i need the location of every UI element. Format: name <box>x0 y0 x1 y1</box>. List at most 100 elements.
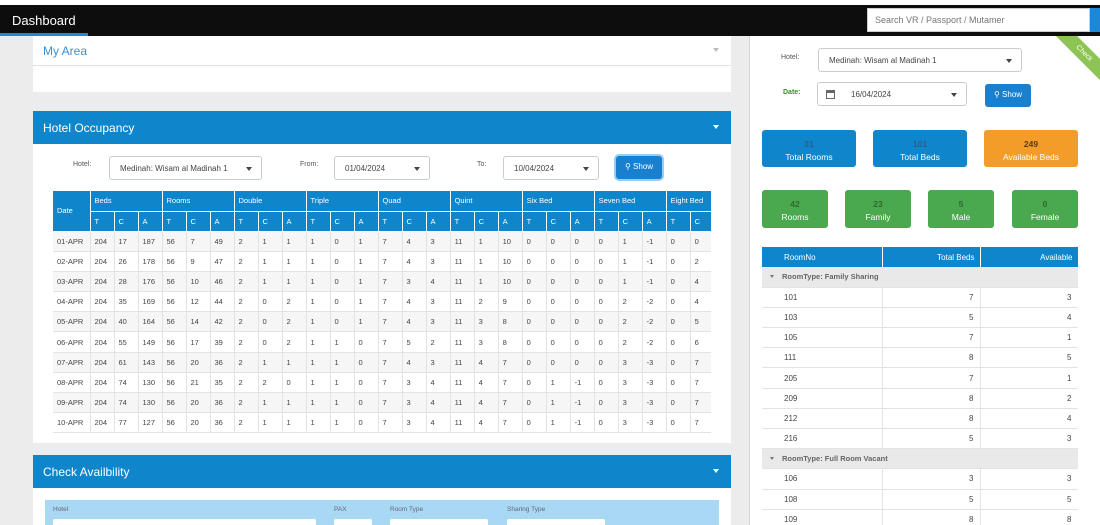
occupancy-cell: 1 <box>258 352 283 373</box>
room-row[interactable]: 111 8 5 <box>762 347 1078 369</box>
occupancy-cell: 0 <box>690 231 711 252</box>
room-row[interactable]: 103 5 4 <box>762 307 1078 329</box>
form-pax-input[interactable] <box>334 519 372 525</box>
occupancy-cell: 44 <box>210 291 235 313</box>
occupancy-cell: 0 <box>594 271 619 293</box>
occupancy-cell: 7 <box>378 331 403 353</box>
collapse-icon[interactable] <box>770 457 774 461</box>
occupancy-cell: 02-APR <box>53 251 91 272</box>
room-no-cell: 205 <box>762 367 883 389</box>
dashboard-title[interactable]: Dashboard <box>0 5 88 36</box>
occupancy-cell: 4 <box>426 412 451 434</box>
right-hotel-select[interactable]: Medinah: Wisam al Madinah 1 <box>818 48 1022 72</box>
occupancy-cell: 1 <box>354 231 379 252</box>
occupancy-group-header: Double <box>234 191 307 212</box>
occupancy-cell: 4 <box>690 271 711 293</box>
search-input[interactable] <box>867 8 1090 32</box>
occupancy-cell: 0 <box>546 352 571 373</box>
occupancy-cell: 56 <box>162 352 187 373</box>
form-hotel-input[interactable] <box>53 519 316 525</box>
occupancy-cell: 1 <box>354 291 379 313</box>
occupancy-cell: 4 <box>474 412 499 434</box>
occupancy-table-wrapper[interactable]: Date Beds Rooms Double Triple Quad Quint Six Be… <box>53 191 711 435</box>
occupancy-cell: 1 <box>474 271 499 293</box>
right-date-select[interactable]: 16/04/2024 <box>817 82 967 106</box>
occupancy-cell: 204 <box>90 412 115 434</box>
occupancy-cell: 1 <box>306 392 331 414</box>
room-row[interactable]: 205 7 1 <box>762 367 1078 389</box>
room-row[interactable]: 216 5 3 <box>762 428 1078 450</box>
collapse-icon[interactable] <box>770 275 774 279</box>
chevron-down-icon[interactable] <box>713 48 719 52</box>
room-row[interactable]: 109 8 8 <box>762 509 1078 525</box>
occupancy-cell: 3 <box>426 311 451 333</box>
occupancy-cell: 3 <box>426 251 451 272</box>
stat-box-total-beds[interactable]: 101 Total Beds <box>873 130 967 167</box>
occupancy-row: 05-APR 204 40 164 56 14 42 2 0 2 1 0 1 7 4 3 11 3 8 0 0 0 0 2 -2… <box>53 311 711 333</box>
stat-box-male[interactable]: 5 Male <box>928 190 994 228</box>
occupancy-sub-header: T <box>162 211 187 232</box>
check-availability-header[interactable]: Check Availbility <box>33 455 731 488</box>
occupancy-cell: -2 <box>642 331 667 353</box>
form-sharing-type-select[interactable] <box>507 519 605 525</box>
occupancy-cell: 204 <box>90 331 115 353</box>
occupancy-cell: 55 <box>114 331 139 353</box>
occupancy-group-header: Seven Bed <box>594 191 667 212</box>
occupancy-sub-header: T <box>450 211 475 232</box>
total-beds-header[interactable]: Total Beds <box>882 247 981 267</box>
occupancy-cell: 1 <box>306 251 331 272</box>
from-date-select[interactable]: 01/04/2024 <box>334 156 430 180</box>
form-sharing-type-label: Sharing Type <box>507 506 546 513</box>
occupancy-cell: 127 <box>138 412 163 434</box>
room-row[interactable]: 105 7 1 <box>762 327 1078 349</box>
occupancy-cell: 0 <box>522 231 547 252</box>
availability-form: Hotel PAX Room Type Sharing Type <box>45 500 719 525</box>
occupancy-cell: 3 <box>474 311 499 333</box>
occupancy-show-button[interactable]: ⚲ Show <box>616 156 662 179</box>
chevron-down-icon[interactable] <box>713 469 719 473</box>
occupancy-cell: 7 <box>378 412 403 434</box>
stat-box-rooms[interactable]: 42 Rooms <box>762 190 828 228</box>
occupancy-cell: 3 <box>402 271 427 293</box>
occupancy-cell: -1 <box>642 251 667 272</box>
stat-box-family[interactable]: 23 Family <box>845 190 911 228</box>
to-date-select[interactable]: 10/04/2024 <box>503 156 599 180</box>
occupancy-cell: 0 <box>522 331 547 353</box>
search-button[interactable] <box>1090 8 1100 32</box>
occupancy-sub-header: C <box>618 211 643 232</box>
stat-box-total-rooms[interactable]: 31 Total Rooms <box>762 130 856 167</box>
room-no-header[interactable]: RoomNo <box>762 247 883 267</box>
form-room-type-select[interactable] <box>390 519 488 525</box>
my-area-title[interactable]: My Area <box>33 36 731 66</box>
occupancy-cell: 2 <box>282 311 307 333</box>
room-row[interactable]: 101 7 3 <box>762 287 1078 308</box>
right-hotel-label: Hotel: <box>781 54 800 61</box>
occupancy-cell: 1 <box>354 311 379 333</box>
right-show-button[interactable]: ⚲ Show <box>985 84 1031 107</box>
occupancy-cell: 2 <box>618 331 643 353</box>
occupancy-cell: 09-APR <box>53 392 91 414</box>
hotel-occupancy-header[interactable]: Hotel Occupancy <box>33 111 731 144</box>
occupancy-row: 01-APR 204 17 187 56 7 49 2 1 1 1 0 1 7 4 3 11 1 10 0 0 0 0 1 -1… <box>53 231 711 252</box>
stat-box-female[interactable]: 0 Female <box>1012 190 1078 228</box>
chevron-down-icon[interactable] <box>713 125 719 129</box>
occupancy-cell: 1 <box>330 392 355 414</box>
occupancy-cell: 1 <box>474 231 499 252</box>
room-type-group-row[interactable]: RoomType: Family Sharing <box>762 267 1078 288</box>
occupancy-cell: 4 <box>402 231 427 252</box>
available-cell: 5 <box>980 489 1078 510</box>
room-row[interactable]: 108 5 5 <box>762 489 1078 510</box>
room-row[interactable]: 209 8 2 <box>762 388 1078 409</box>
from-label: From: <box>300 161 319 168</box>
occupancy-cell: 2 <box>234 392 259 414</box>
stat-box-available-beds[interactable]: 249 Available Beds <box>984 130 1078 167</box>
available-header[interactable]: Available <box>980 247 1078 267</box>
room-row[interactable]: 106 3 3 <box>762 468 1078 490</box>
hotel-select[interactable]: Medinah: Wisam al Madinah 1 <box>109 156 262 180</box>
room-table-wrapper[interactable]: RoomNo Total Beds Available RoomType: Fa… <box>762 247 1078 525</box>
occupancy-cell: 2 <box>234 372 259 394</box>
occupancy-cell: 1 <box>282 352 307 373</box>
room-type-group-row[interactable]: RoomType: Full Room Vacant <box>762 448 1078 470</box>
room-row[interactable]: 212 8 4 <box>762 408 1078 430</box>
occupancy-cell: 3 <box>618 352 643 373</box>
